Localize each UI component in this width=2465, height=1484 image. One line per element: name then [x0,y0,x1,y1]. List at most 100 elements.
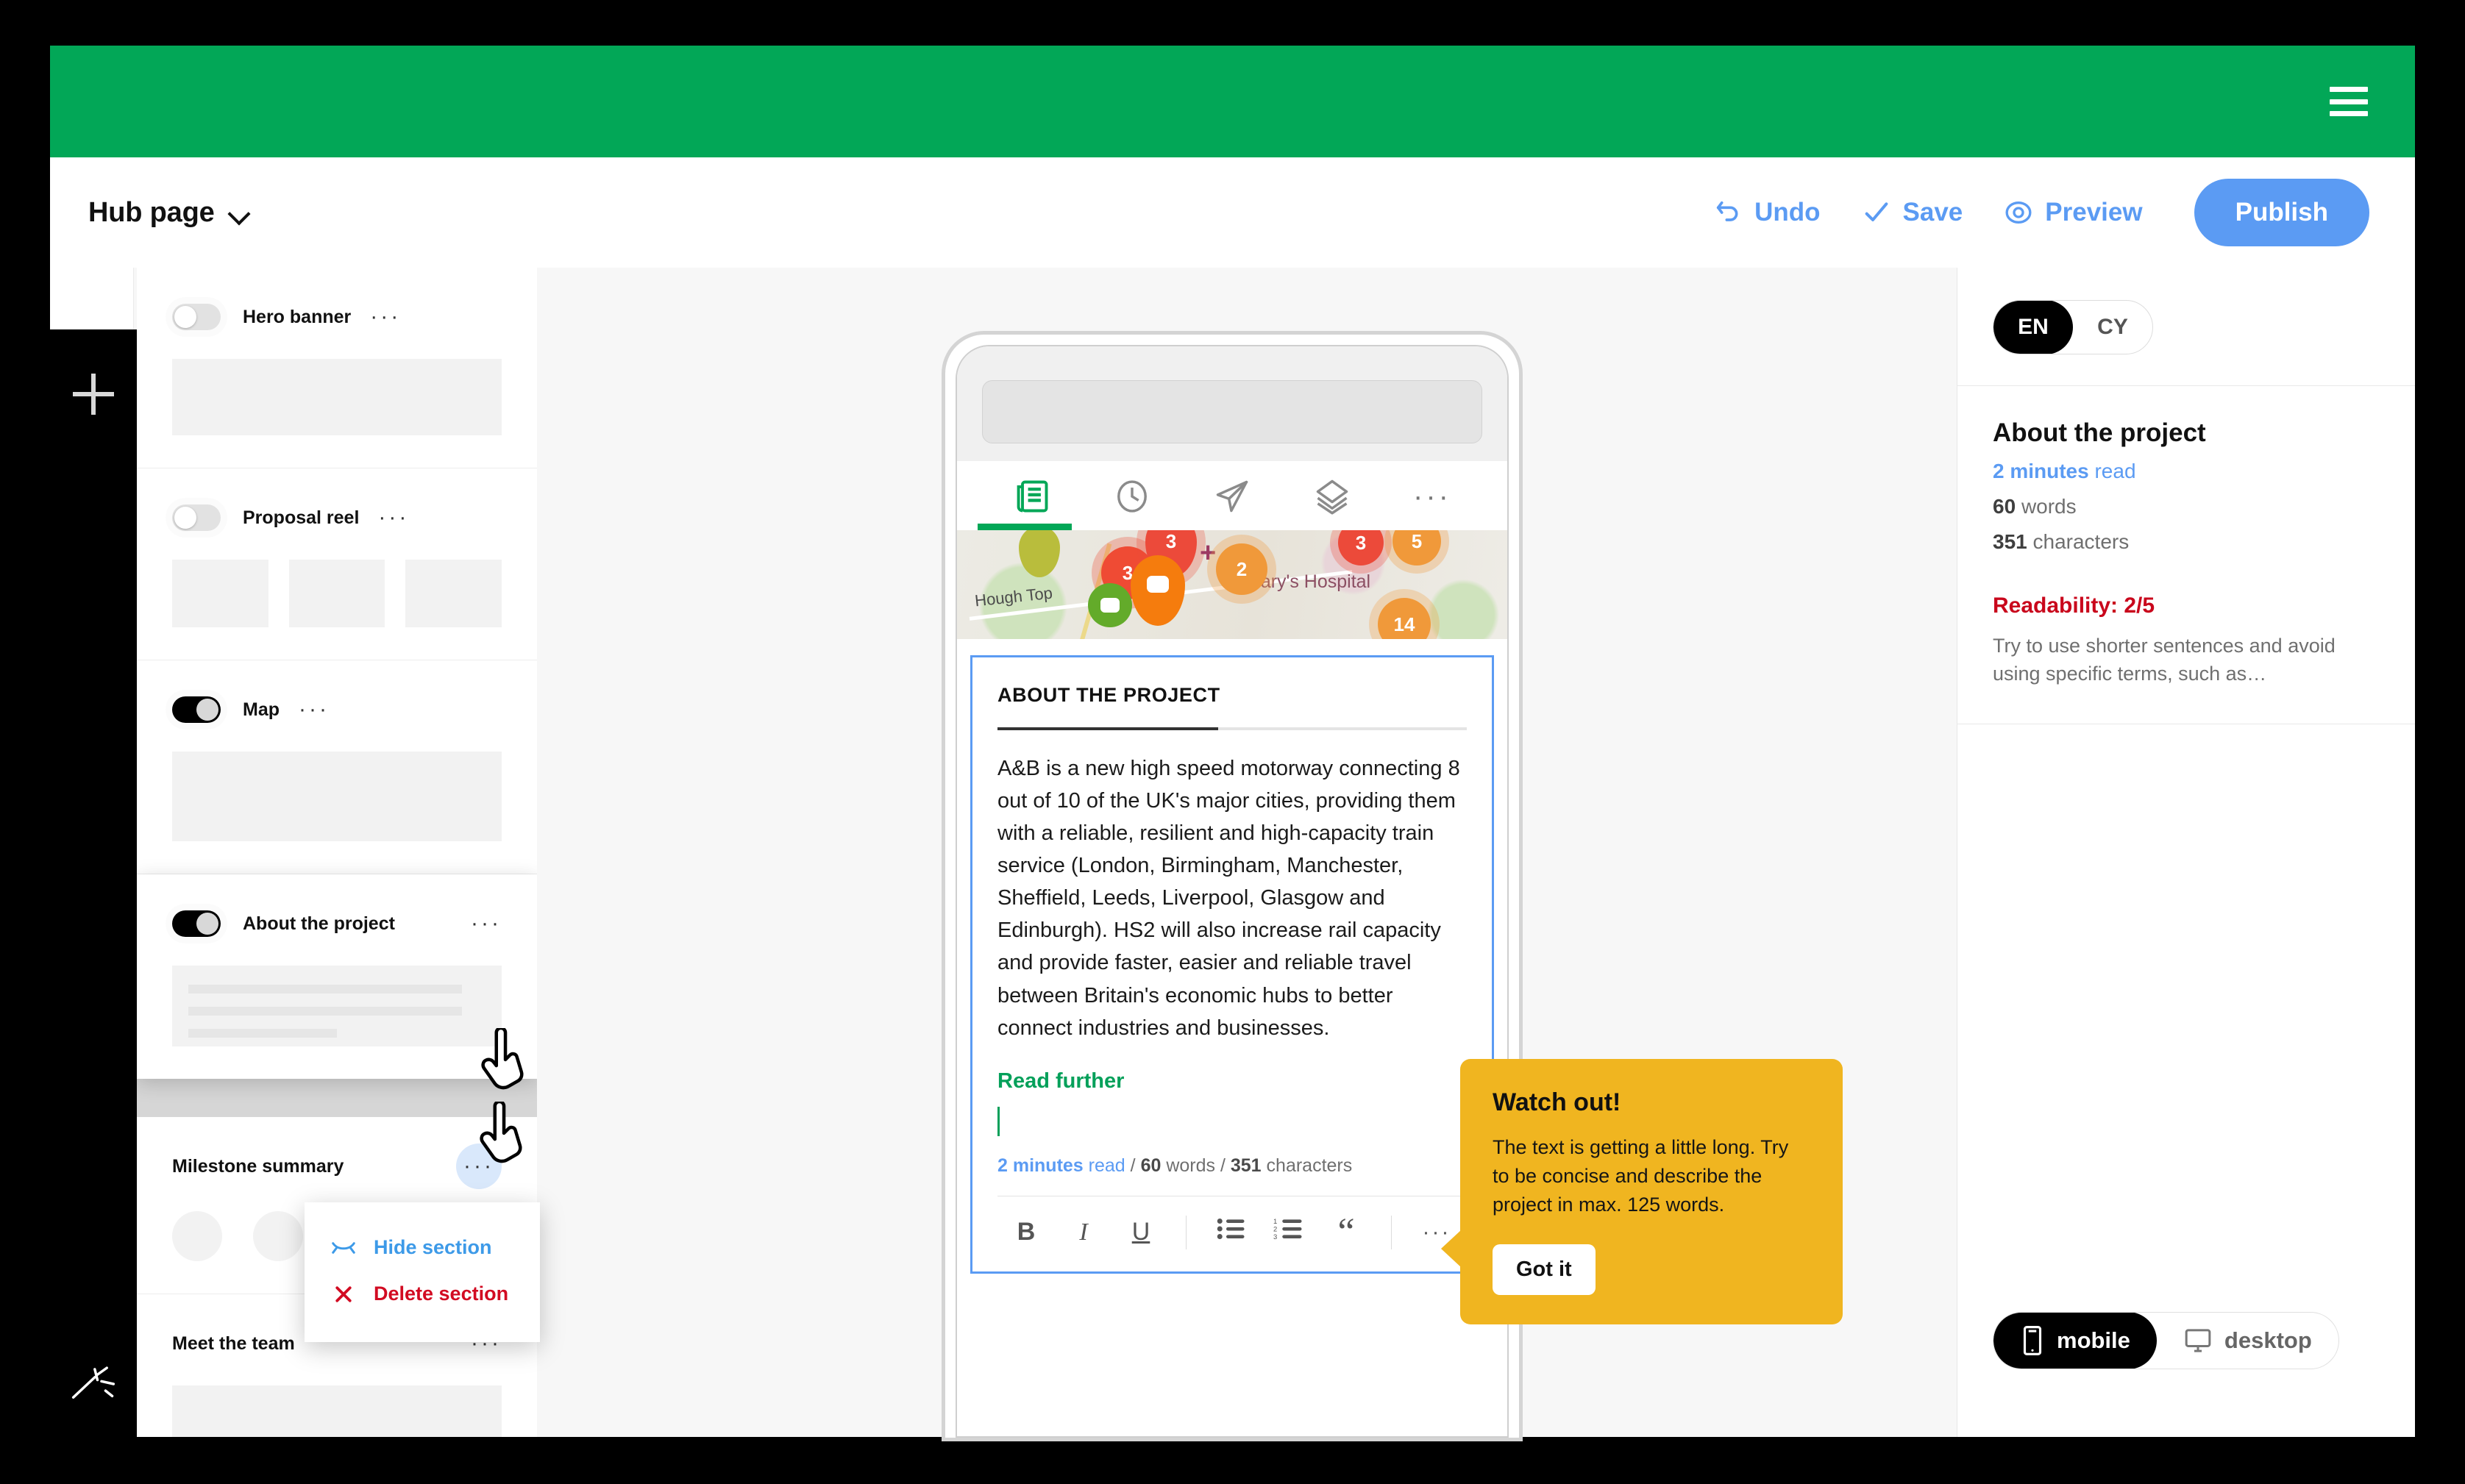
language-option-en[interactable]: EN [1993,301,2073,354]
section-label: Meet the team [172,1333,295,1354]
svg-text:2: 2 [1273,1226,1277,1234]
coach-tooltip-body: The text is getting a little long. Try t… [1493,1136,1789,1216]
map-pin-cluster[interactable]: 2 [1216,543,1267,595]
about-body-text[interactable]: A&B is a new high speed motorway connect… [997,752,1467,1044]
drag-drop-placeholder [137,1079,537,1117]
section-label: Proposal reel [243,507,360,528]
publish-button[interactable]: Publish [2194,179,2369,246]
about-section-editor[interactable]: ABOUT THE PROJECT A&B is a new high spee… [970,655,1494,1274]
desktop-icon [2185,1329,2211,1352]
delete-section-menu-item[interactable]: Delete section [305,1271,540,1317]
inspector-content: About the project 2 minutes read 60 word… [1957,386,2415,724]
device-option-desktop[interactable]: desktop [2157,1313,2338,1369]
device-option-mobile[interactable]: mobile [1993,1313,2157,1369]
address-bar[interactable] [982,380,1482,443]
undo-arrow-icon [1716,201,1738,221]
editor-actions: Undo Save Preview Publish [1713,179,2369,246]
section-toggle-about-the-project[interactable] [172,910,221,937]
map-pin-count: 14 [1393,613,1415,635]
plus-icon[interactable] [73,374,114,415]
left-rail [50,329,137,1437]
got-it-button[interactable]: Got it [1493,1244,1596,1296]
map-pin-count: 3 [1165,530,1177,552]
delete-section-label: Delete section [374,1283,509,1305]
section-preview-skeleton [172,1385,502,1437]
browser-chrome [957,346,1507,461]
section-label: About the project [243,913,395,934]
preview-button[interactable]: Preview [2004,198,2143,227]
toggle-knob [174,306,196,328]
brand-header [50,46,2415,157]
section-more-options[interactable]: ··· [299,699,330,721]
read-time-label: read [2094,460,2136,482]
section-toggle-proposal-reel[interactable] [172,504,221,531]
chars-label: characters [1266,1155,1353,1176]
clock-icon [1117,480,1147,513]
section-preview-skeleton [172,359,502,435]
section-card-about-the-project[interactable]: About the project ··· [137,874,537,1079]
section-more-options[interactable]: ··· [378,507,409,529]
section-more-options[interactable]: ··· [370,306,401,328]
map-pin-count: 3 [1355,531,1367,554]
count-separator: / [1130,1155,1136,1176]
toggle-knob [174,507,196,529]
section-context-menu[interactable]: Hide section Delete section [305,1202,540,1342]
skeleton-line [188,1007,462,1016]
bold-button[interactable]: B [997,1218,1055,1246]
language-option-cy[interactable]: CY [2073,301,2152,354]
blockquote-button[interactable]: “ [1317,1213,1375,1251]
nav-item-layers[interactable] [1282,477,1382,516]
eye-icon [2005,201,2032,224]
device-preview-toggle[interactable]: mobile desktop [1993,1312,2339,1369]
read-further-link[interactable]: Read further [997,1069,1467,1094]
page-selector-dropdown[interactable]: Hub page [88,197,252,229]
italic-button[interactable]: I [1055,1219,1112,1246]
nav-item-timeline[interactable] [1082,477,1182,516]
page-title: Hub page [88,196,215,228]
map-plus-icon: + [1200,538,1217,568]
chars-value: 351 [1230,1155,1262,1176]
hamburger-line [2330,99,2368,104]
section-card-proposal-reel[interactable]: Proposal reel ··· [137,468,537,660]
language-switch-row: EN CY [1957,268,2415,386]
count-separator: / [1220,1155,1226,1176]
check-icon [1865,202,1888,221]
hamburger-menu-icon[interactable] [2330,87,2368,116]
magic-wand-icon[interactable] [71,1365,116,1403]
nav-item-more[interactable]: ··· [1382,482,1482,511]
comment-bubble-icon [1100,598,1120,613]
chevron-down-icon [230,206,252,219]
text-caret [997,1106,1000,1136]
section-preview-skeleton [172,966,502,1046]
section-toggle-map[interactable] [172,696,221,723]
save-button[interactable]: Save [1862,198,1963,227]
underline-button[interactable]: U [1112,1218,1170,1246]
svg-text:3: 3 [1273,1233,1277,1241]
section-card-hero-banner[interactable]: Hero banner ··· [137,268,537,468]
section-toggle-hero-banner[interactable] [172,304,221,330]
map-pin-comment[interactable] [1088,583,1132,627]
site-nav: ··· [957,461,1507,530]
device-option-desktop-label: desktop [2224,1327,2312,1353]
skeleton-tile [405,560,502,627]
hide-section-label: Hide section [374,1236,492,1258]
numbered-list-button[interactable]: 1 2 3 [1260,1216,1317,1248]
language-toggle[interactable]: EN CY [1993,300,2153,354]
hamburger-line [2330,87,2368,92]
eye-off-icon [332,1241,355,1254]
section-header: Proposal reel ··· [172,498,502,538]
nav-item-news[interactable] [982,477,1082,516]
nav-item-send[interactable] [1182,477,1282,516]
hide-section-menu-item[interactable]: Hide section [305,1224,540,1271]
inline-word-count: 2 minutes read / 60 words / 351 characte… [997,1155,1467,1196]
map-pin-count: 5 [1411,530,1423,552]
bullet-list-button[interactable] [1203,1216,1260,1248]
map-preview[interactable]: Hough Top Mary's Hospital 3 3 + 2 3 5 14 [957,530,1507,639]
section-card-map[interactable]: Map ··· [137,660,537,874]
section-more-options[interactable]: ··· [471,913,502,935]
save-label: Save [1902,198,1963,226]
undo-button[interactable]: Undo [1713,198,1821,227]
coach-tooltip-title: Watch out! [1493,1088,1621,1116]
stat-read-time: 2 minutes read [1993,460,2380,483]
section-more-options[interactable]: ··· [456,1144,502,1189]
